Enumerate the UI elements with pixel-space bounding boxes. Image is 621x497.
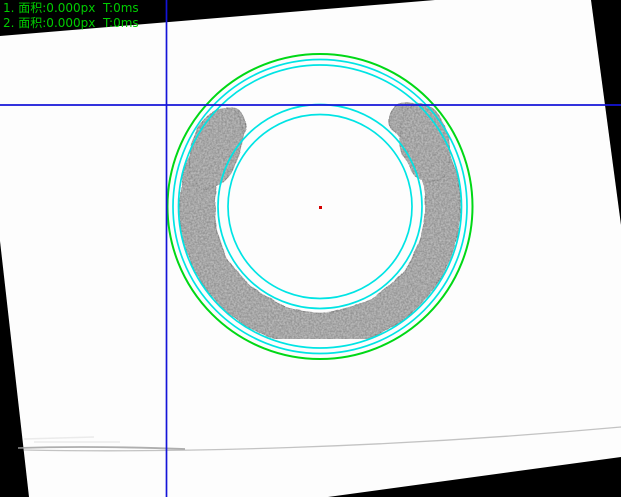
vision-canvas[interactable]: 1. 面积:0.000px T:0ms 2. 面积:0.000px T:0ms (0, 0, 621, 497)
camera-frame-graphics (0, 0, 621, 497)
center-marker-dot (319, 206, 322, 209)
image-area (0, 0, 621, 497)
